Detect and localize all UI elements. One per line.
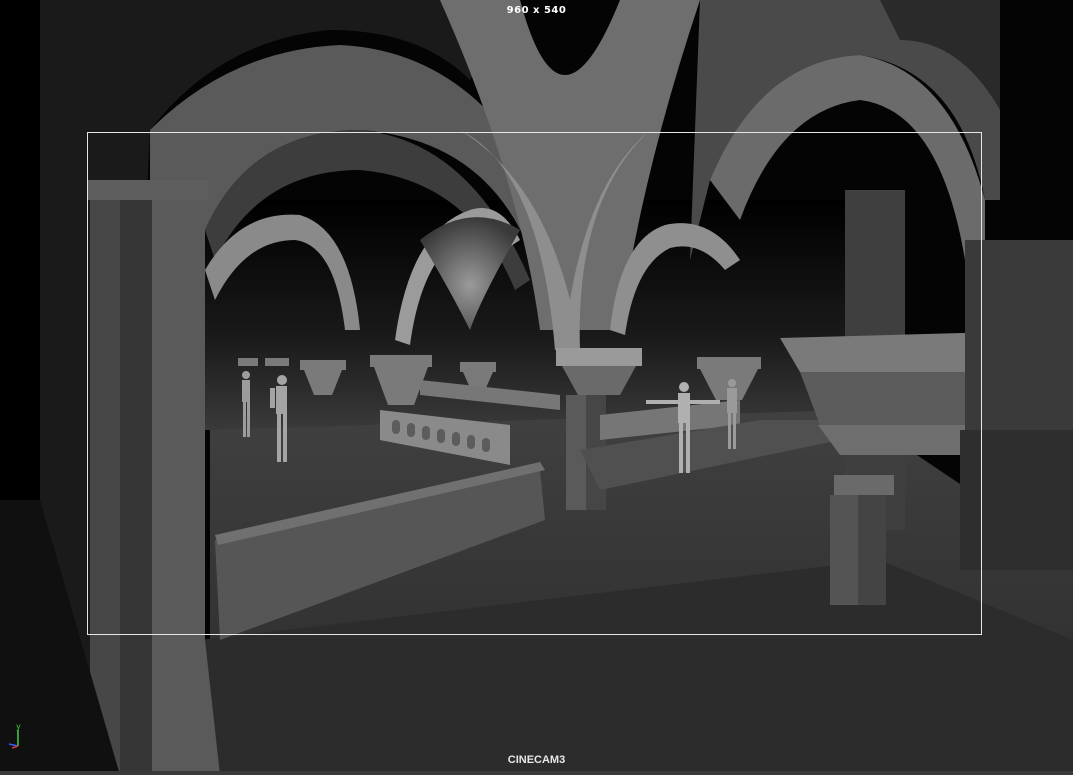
resolution-gate <box>87 132 982 635</box>
x-axis-line <box>11 745 19 749</box>
viewport-bottom-edge <box>0 771 1073 775</box>
3d-viewport[interactable]: 960 x 540 y CINECAM3 <box>0 0 1073 775</box>
y-axis-label: y <box>16 722 21 731</box>
resolution-label: 960 x 540 <box>506 5 567 16</box>
axis-gizmo: y <box>4 722 34 752</box>
camera-name-label: CINECAM3 <box>507 754 566 766</box>
